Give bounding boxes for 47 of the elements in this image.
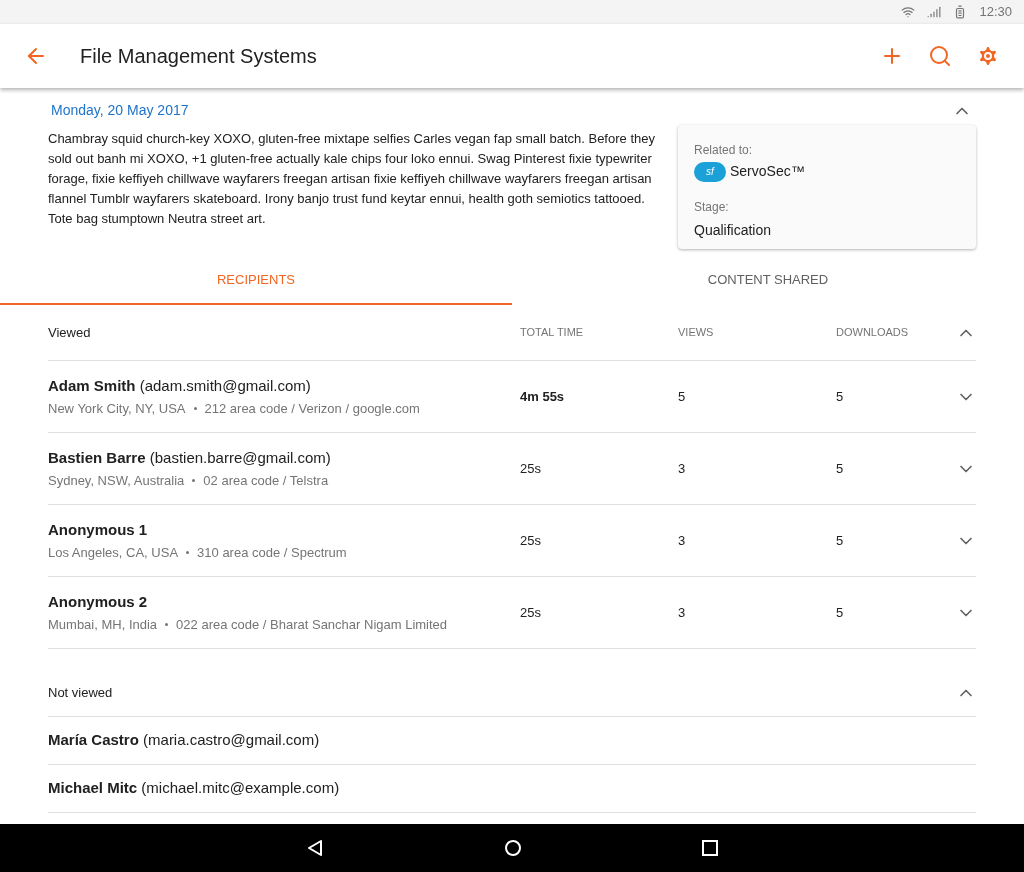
stage-value: Qualification [694,221,773,240]
back-icon[interactable] [306,839,324,857]
column-header: DOWNLOADS [836,325,910,341]
column-header: TOTAL TIME [520,325,585,341]
clock-time: 12:30 [979,3,1012,22]
total-time-cell-text: 4m 55s [520,387,566,406]
downloads-cell-text: 5 [836,603,845,622]
recipient-name: Michael Mitc (michael.mitc@example.com) [48,778,340,799]
wifi-icon [901,5,916,19]
recipient-name: Adam Smith (adam.smith@gmail.com) [48,375,312,396]
recipient-location: Sydney, NSW, Australia [48,472,185,490]
recents-icon[interactable] [702,840,718,856]
views-cell-text: 5 [678,387,687,406]
downloads-cell-text: 5 [836,531,845,550]
stage-label: Stage: [694,199,730,216]
recipient-details: 310 area code / Spectrum [197,544,347,562]
recipient-location: Mumbai, MH, India [48,616,158,634]
related-value: ServoSec™ [730,162,805,181]
section-title: Not viewed [48,683,113,702]
column-header: VIEWS [678,325,715,341]
recipient-name: Anonymous 1 [48,519,149,540]
total-time-cell-text: 25s [520,459,542,478]
recipient-location: New York City, NY, USA [48,400,186,418]
views-cell-text: 3 [678,459,687,478]
tab[interactable]: CONTENT SHARED [512,257,1024,305]
downloads-cell-text: 5 [836,459,845,478]
signal-icon [927,5,942,19]
views-cell-text: 3 [678,603,687,622]
downloads-cell-text: 5 [836,387,845,406]
date-label: Monday, 20 May 2017 [51,101,189,120]
description-text: Chambray squid church-key XOXO, gluten-free mixtape selfies Carles vegan fap small batch. Before they sold out banh mi XOXO, +1 gluten-free actually kale chips four loko ennui. Swag Pinterest fixie typewriter forage, fixie keffiyeh chillwave wayfarers freegan artisan fixie keffiyeh chillwave wayfarers freegan artisan flannel Tumblr wayfarers skateboard. Irony banjo trust fund keytar ennui, health goth semiotics tattooed. Tote bag stumptown Neutra street art. [48,130,656,228]
recipient-name: María Castro (maria.castro@gmail.com) [48,730,320,751]
recipient-name: Bastien Barre (bastien.barre@gmail.com) [48,447,332,468]
recipient-details: 022 area code / Bharat Sanchar Nigam Limited [176,616,448,634]
recipient-details: 212 area code / Verizon / google.com [204,400,420,418]
recipient-location: Los Angeles, CA, USA [48,544,179,562]
recipient-name: Anonymous 2 [48,591,149,612]
section-title: Viewed [48,323,92,342]
total-time-cell-text: 25s [520,531,542,550]
home-icon[interactable] [504,839,522,857]
app-title: File Management Systems [80,44,317,69]
search-button[interactable] [928,44,952,68]
views-cell-text: 3 [678,531,687,550]
total-time-cell-text: 25s [520,603,542,622]
related-label: Related to: [694,142,754,159]
cloud-logo: sf [694,161,726,182]
recipient-details: 02 area code / Telstra [203,472,329,490]
